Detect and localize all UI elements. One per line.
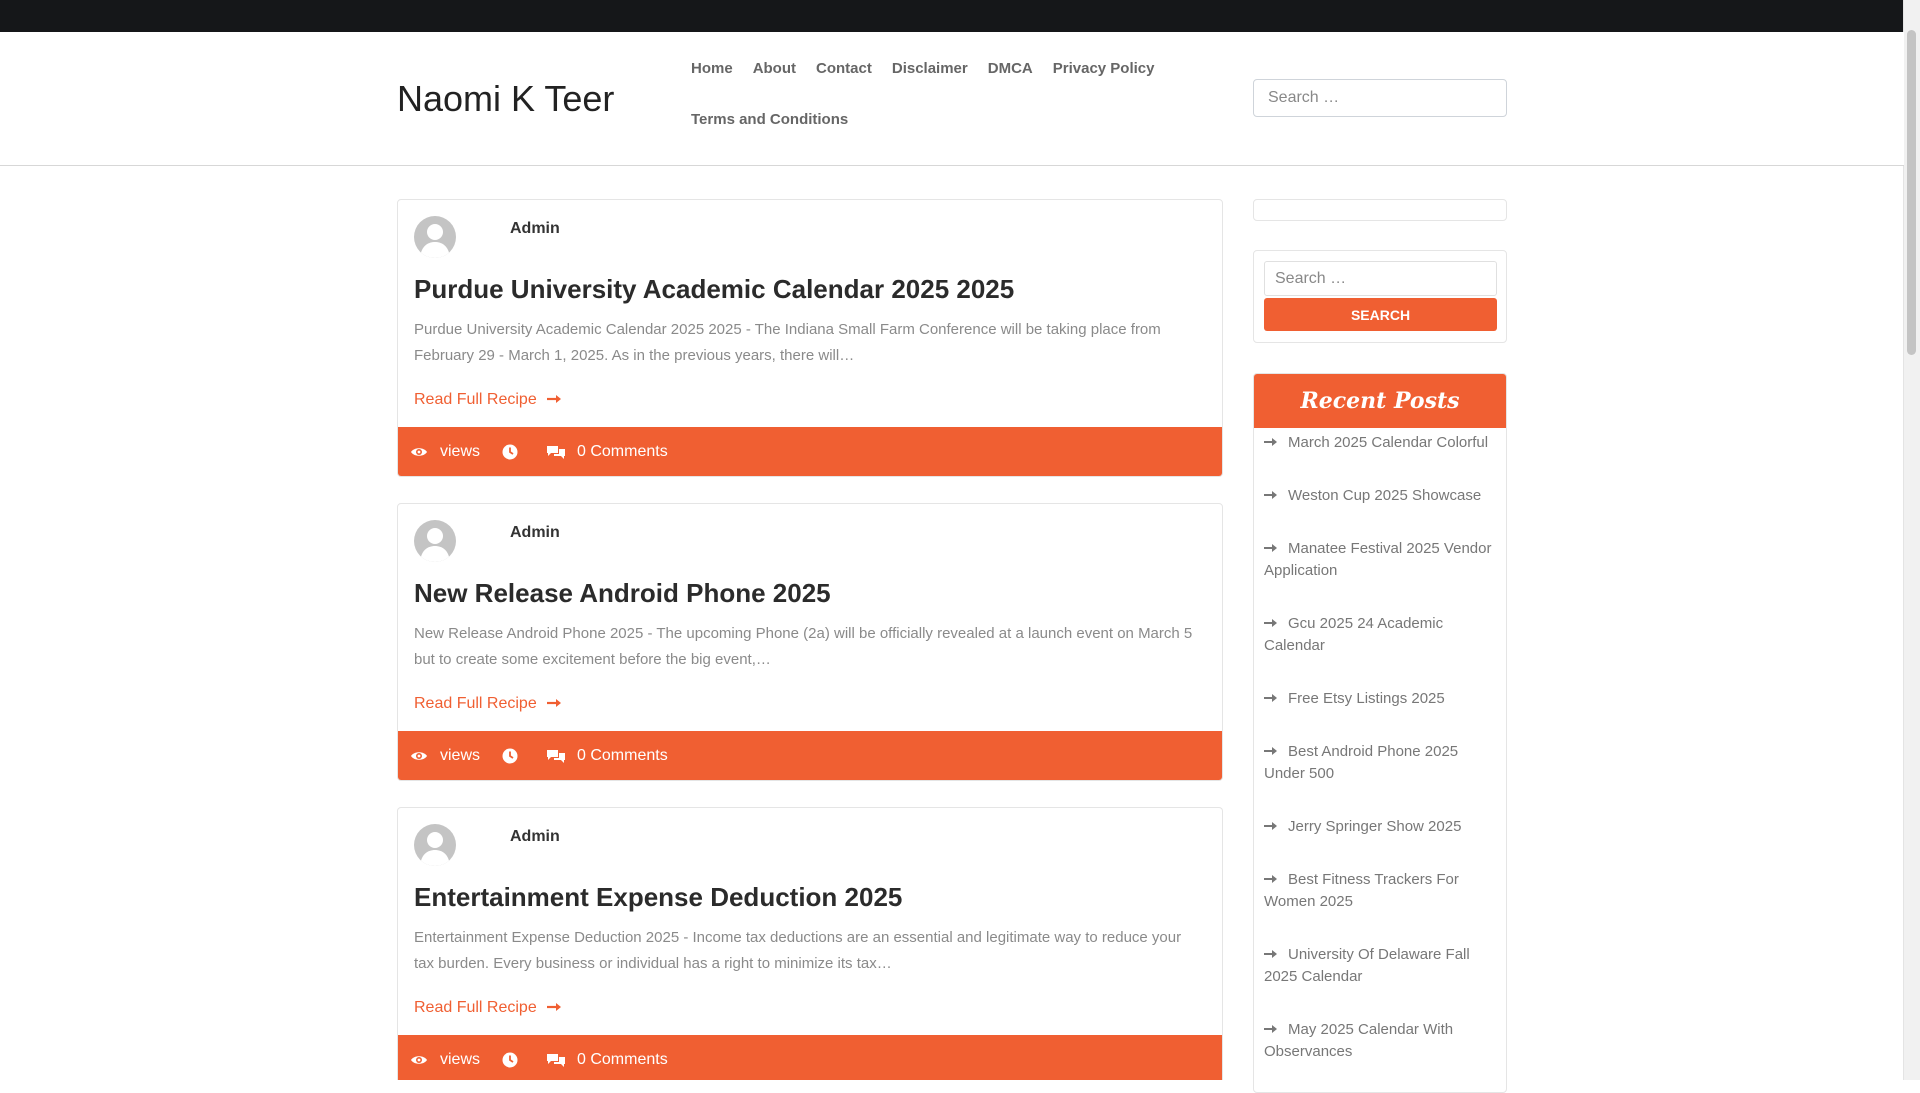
- post-author[interactable]: Admin: [510, 220, 560, 238]
- avatar[interactable]: [414, 216, 456, 258]
- nav-about[interactable]: About: [753, 52, 796, 103]
- recent-post-item[interactable]: May 2025 Calendar With Observances: [1264, 1019, 1496, 1063]
- recent-post-item[interactable]: Gcu 2025 24 Academic Calendar: [1264, 613, 1496, 657]
- recent-posts-list: March 2025 Calendar Colorful Weston Cup 2…: [1264, 432, 1496, 1092]
- recent-post-link[interactable]: Weston Cup 2025 Showcase: [1288, 487, 1481, 504]
- recent-post-link[interactable]: Manatee Festival 2025 Vendor Application: [1264, 540, 1491, 579]
- recent-post-link[interactable]: Gcu 2025 24 Academic Calendar: [1264, 615, 1443, 654]
- header-search-input[interactable]: [1253, 79, 1507, 117]
- read-more-label: Read Full Recipe: [414, 999, 537, 1016]
- eye-icon: [410, 750, 428, 762]
- sidebar-search-input[interactable]: [1264, 261, 1497, 296]
- post-excerpt: New Release Android Phone 2025 - The upc…: [414, 625, 1193, 668]
- recent-post-link[interactable]: Free Etsy Listings 2025: [1288, 690, 1445, 707]
- arrow-right-icon: [546, 391, 563, 409]
- recent-post-link[interactable]: Best Android Phone 2025 Under 500: [1264, 743, 1458, 782]
- recent-post-link[interactable]: Jerry Springer Show 2025: [1288, 818, 1461, 835]
- recent-post-item[interactable]: Weston Cup 2025 Showcase: [1264, 485, 1496, 507]
- recent-post-item[interactable]: Jerry Springer Show 2025: [1264, 816, 1496, 838]
- views-label: views: [440, 443, 481, 460]
- clock-icon: [502, 1052, 518, 1068]
- recent-post-link[interactable]: University Of Delaware Fall 2025 Calenda…: [1264, 946, 1470, 985]
- comments-icon: [546, 444, 566, 460]
- read-more-link[interactable]: Read Full Recipe: [414, 999, 563, 1017]
- eye-icon: [410, 446, 428, 458]
- read-more-label: Read Full Recipe: [414, 695, 537, 712]
- post-excerpt: Entertainment Expense Deduction 2025 - I…: [414, 929, 1182, 972]
- post-card: Admin New Release Android Phone 2025 New…: [397, 503, 1223, 781]
- eye-icon: [410, 1054, 428, 1066]
- comments-icon: [546, 748, 566, 764]
- comments-icon: [546, 1052, 566, 1068]
- site-title[interactable]: Naomi K Teer: [397, 78, 614, 120]
- read-more-link[interactable]: Read Full Recipe: [414, 391, 563, 409]
- sidebar-search-widget: Search: [1253, 250, 1507, 343]
- recent-post-link[interactable]: May 2025 Calendar With Observances: [1264, 1021, 1453, 1060]
- arrow-right-icon: [1264, 816, 1278, 838]
- arrow-right-icon: [1264, 869, 1278, 891]
- recent-post-item[interactable]: Best Android Phone 2025 Under 500: [1264, 741, 1496, 785]
- nav-contact[interactable]: Contact: [816, 52, 872, 103]
- post-meta-bar: views 0 Comments: [398, 427, 1222, 476]
- avatar[interactable]: [414, 824, 456, 866]
- avatar[interactable]: [414, 520, 456, 562]
- recent-post-link[interactable]: March 2025 Calendar Colorful: [1288, 434, 1488, 451]
- recent-post-item[interactable]: March 2025 Calendar Colorful: [1264, 432, 1496, 454]
- recent-post-item[interactable]: Manatee Festival 2025 Vendor Application: [1264, 538, 1496, 582]
- recent-posts-title: Recent Posts: [1254, 374, 1506, 428]
- comments-count[interactable]: 0 Comments: [577, 427, 668, 476]
- arrow-right-icon: [546, 695, 563, 713]
- recent-post-item[interactable]: Free Etsy Listings 2025: [1264, 688, 1496, 710]
- post-title[interactable]: Entertainment Expense Deduction 2025: [414, 882, 902, 913]
- arrow-right-icon: [1264, 485, 1278, 507]
- arrow-right-icon: [546, 999, 563, 1017]
- comments-count[interactable]: 0 Comments: [577, 1035, 668, 1080]
- post-card: Admin Entertainment Expense Deduction 20…: [397, 807, 1223, 1080]
- scrollbar[interactable]: [1903, 0, 1920, 1080]
- post-title[interactable]: New Release Android Phone 2025: [414, 578, 831, 609]
- arrow-right-icon: [1264, 741, 1278, 763]
- nav-disclaimer[interactable]: Disclaimer: [892, 52, 968, 103]
- post-meta-bar: views 0 Comments: [398, 1035, 1222, 1080]
- post-author[interactable]: Admin: [510, 524, 560, 542]
- views-label: views: [440, 1051, 481, 1068]
- arrow-right-icon: [1264, 432, 1278, 454]
- nav-terms-and-conditions[interactable]: Terms and Conditions: [691, 103, 848, 154]
- views-label: views: [440, 747, 481, 764]
- arrow-right-icon: [1264, 1019, 1278, 1041]
- scrollbar-thumb[interactable]: [1907, 30, 1916, 355]
- read-more-label: Read Full Recipe: [414, 391, 537, 408]
- arrow-right-icon: [1264, 688, 1278, 710]
- arrow-right-icon: [1264, 944, 1278, 966]
- sidebar-search-button[interactable]: Search: [1264, 298, 1497, 331]
- clock-icon: [502, 748, 518, 764]
- main-menu: Home About Contact Disclaimer DMCA Privacy Po…: [691, 52, 1191, 154]
- comments-count[interactable]: 0 Comments: [577, 731, 668, 780]
- recent-post-link[interactable]: Best Fitness Trackers For Women 2025: [1264, 871, 1459, 910]
- recent-posts-widget: Recent Posts March 2025 Calendar Colorfu…: [1253, 373, 1507, 1093]
- nav-dmca[interactable]: DMCA: [988, 52, 1033, 103]
- nav-privacy-policy[interactable]: Privacy Policy: [1053, 52, 1155, 103]
- post-meta-bar: views 0 Comments: [398, 731, 1222, 780]
- sidebar-empty-widget: [1253, 199, 1507, 221]
- arrow-right-icon: [1264, 613, 1278, 635]
- arrow-right-icon: [1264, 538, 1278, 560]
- nav-home[interactable]: Home: [691, 52, 733, 103]
- post-author[interactable]: Admin: [510, 828, 560, 846]
- post-title[interactable]: Purdue University Academic Calendar 2025…: [414, 274, 1014, 305]
- top-bar: [0, 0, 1904, 32]
- site-header: Naomi K Teer Home About Contact Disclaimer D…: [0, 32, 1904, 166]
- post-excerpt: Purdue University Academic Calendar 2025…: [414, 321, 1161, 364]
- recent-post-item[interactable]: University Of Delaware Fall 2025 Calenda…: [1264, 944, 1496, 988]
- recent-post-item[interactable]: Best Fitness Trackers For Women 2025: [1264, 869, 1496, 913]
- post-card: Admin Purdue University Academic Calenda…: [397, 199, 1223, 477]
- read-more-link[interactable]: Read Full Recipe: [414, 695, 563, 713]
- clock-icon: [502, 444, 518, 460]
